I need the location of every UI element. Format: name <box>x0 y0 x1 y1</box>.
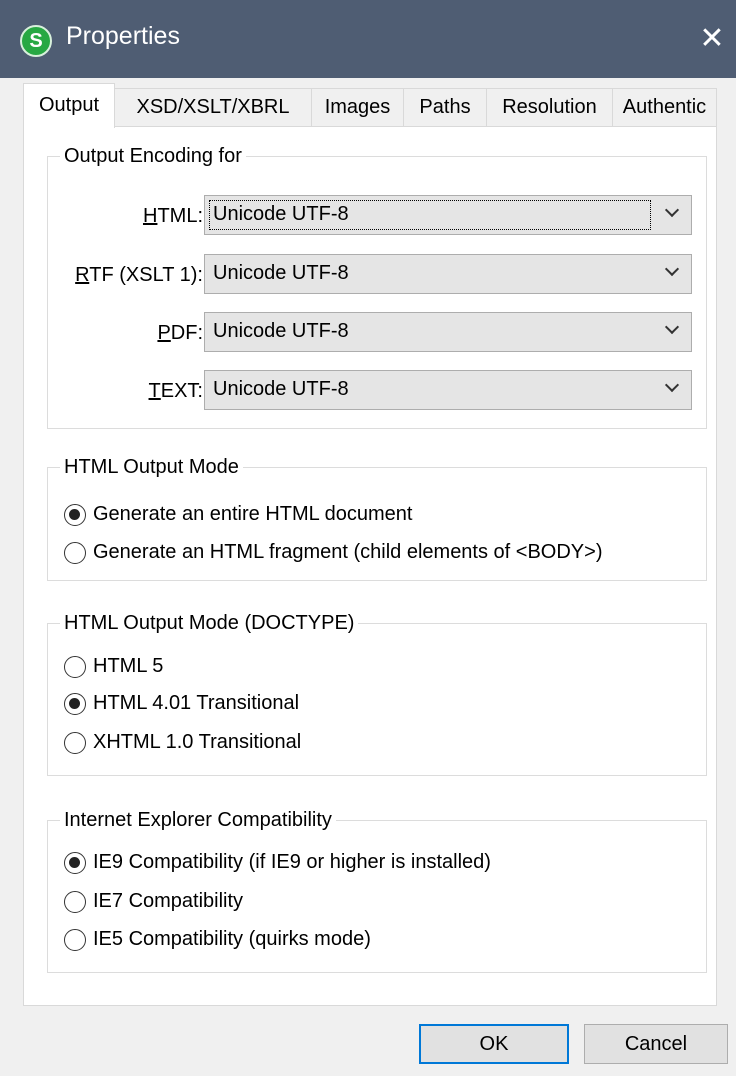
radio-button[interactable] <box>64 656 86 678</box>
tab-label: Authentic <box>622 96 707 118</box>
radio-label: Generate an HTML fragment (child element… <box>93 541 603 563</box>
radio-button[interactable] <box>64 929 86 951</box>
pdf-encoding-select[interactable]: Unicode UTF-8 <box>204 312 692 352</box>
close-icon[interactable]: ✕ <box>692 20 732 60</box>
radio-label: HTML 4.01 Transitional <box>93 692 300 714</box>
rtf-encoding-label: RTF (XSLT 1): <box>53 264 203 287</box>
select-value: Unicode UTF-8 <box>213 203 349 225</box>
radio-label: IE7 Compatibility <box>93 890 244 912</box>
window-title: Properties <box>66 22 180 50</box>
text-encoding-label: TEXT: <box>53 380 203 403</box>
tab-authentic[interactable]: Authentic <box>612 88 717 126</box>
chevron-down-icon <box>664 261 680 277</box>
doctype-group: HTML Output Mode (DOCTYPE) HTML 5 HTML 4… <box>47 610 707 776</box>
radio-label: HTML 5 <box>93 655 164 677</box>
label-accelerator: P <box>157 322 171 344</box>
tab-xsd-xslt-xbrl[interactable]: XSD/XSLT/XBRL <box>114 88 312 126</box>
title-bar: S Properties ✕ <box>0 0 736 78</box>
app-icon-glyph: S <box>29 30 43 52</box>
label-text: EXT: <box>160 380 203 402</box>
group-legend: Output Encoding for <box>60 143 246 169</box>
html-encoding-label: HTML: <box>53 205 203 228</box>
ok-button[interactable]: OK <box>419 1024 569 1064</box>
radio-label: IE5 Compatibility (quirks mode) <box>93 928 371 950</box>
tab-label: Resolution <box>502 96 597 118</box>
tab-label: Output <box>38 94 100 116</box>
label-accelerator: T <box>148 380 161 402</box>
label-text: TML: <box>157 205 203 227</box>
select-value: Unicode UTF-8 <box>213 320 349 342</box>
group-legend: HTML Output Mode <box>60 454 243 480</box>
chevron-down-icon <box>664 377 680 393</box>
output-encoding-group: Output Encoding for HTML: Unicode UTF-8 … <box>47 143 707 429</box>
radio-button[interactable] <box>64 891 86 913</box>
cancel-button[interactable]: Cancel <box>584 1024 728 1064</box>
select-value: Unicode UTF-8 <box>213 262 349 284</box>
tab-label: XSD/XSLT/XBRL <box>136 96 290 118</box>
radio-button[interactable] <box>64 732 86 754</box>
tab-output[interactable]: Output <box>23 83 115 128</box>
tab-panel-output: Output Encoding for HTML: Unicode UTF-8 … <box>23 126 717 1006</box>
ie-compatibility-group: Internet Explorer Compatibility IE9 Comp… <box>47 807 707 973</box>
label-accelerator: H <box>142 205 158 227</box>
chevron-down-icon <box>664 319 680 335</box>
group-legend: Internet Explorer Compatibility <box>60 807 336 833</box>
radio-button[interactable] <box>64 693 86 715</box>
text-encoding-select[interactable]: Unicode UTF-8 <box>204 370 692 410</box>
label-text: DF: <box>170 322 203 344</box>
tab-label: Paths <box>419 96 471 118</box>
app-icon: S <box>20 25 52 57</box>
tab-paths[interactable]: Paths <box>403 88 487 126</box>
tab-resolution[interactable]: Resolution <box>486 88 613 126</box>
tab-images[interactable]: Images <box>311 88 404 126</box>
radio-button[interactable] <box>64 504 86 526</box>
rtf-encoding-select[interactable]: Unicode UTF-8 <box>204 254 692 294</box>
label-text: TF (XSLT 1): <box>89 264 203 286</box>
html-encoding-select[interactable]: Unicode UTF-8 <box>204 195 692 235</box>
html-output-mode-group: HTML Output Mode Generate an entire HTML… <box>47 454 707 581</box>
radio-button[interactable] <box>64 852 86 874</box>
pdf-encoding-label: PDF: <box>53 322 203 345</box>
radio-label: Generate an entire HTML document <box>93 503 413 525</box>
label-accelerator: R <box>75 264 90 286</box>
group-legend: HTML Output Mode (DOCTYPE) <box>60 610 359 636</box>
select-value: Unicode UTF-8 <box>213 378 349 400</box>
tab-label: Images <box>324 96 391 118</box>
radio-label: IE9 Compatibility (if IE9 or higher is i… <box>93 851 491 873</box>
chevron-down-icon <box>664 202 680 218</box>
radio-label: XHTML 1.0 Transitional <box>93 731 302 753</box>
radio-button[interactable] <box>64 542 86 564</box>
